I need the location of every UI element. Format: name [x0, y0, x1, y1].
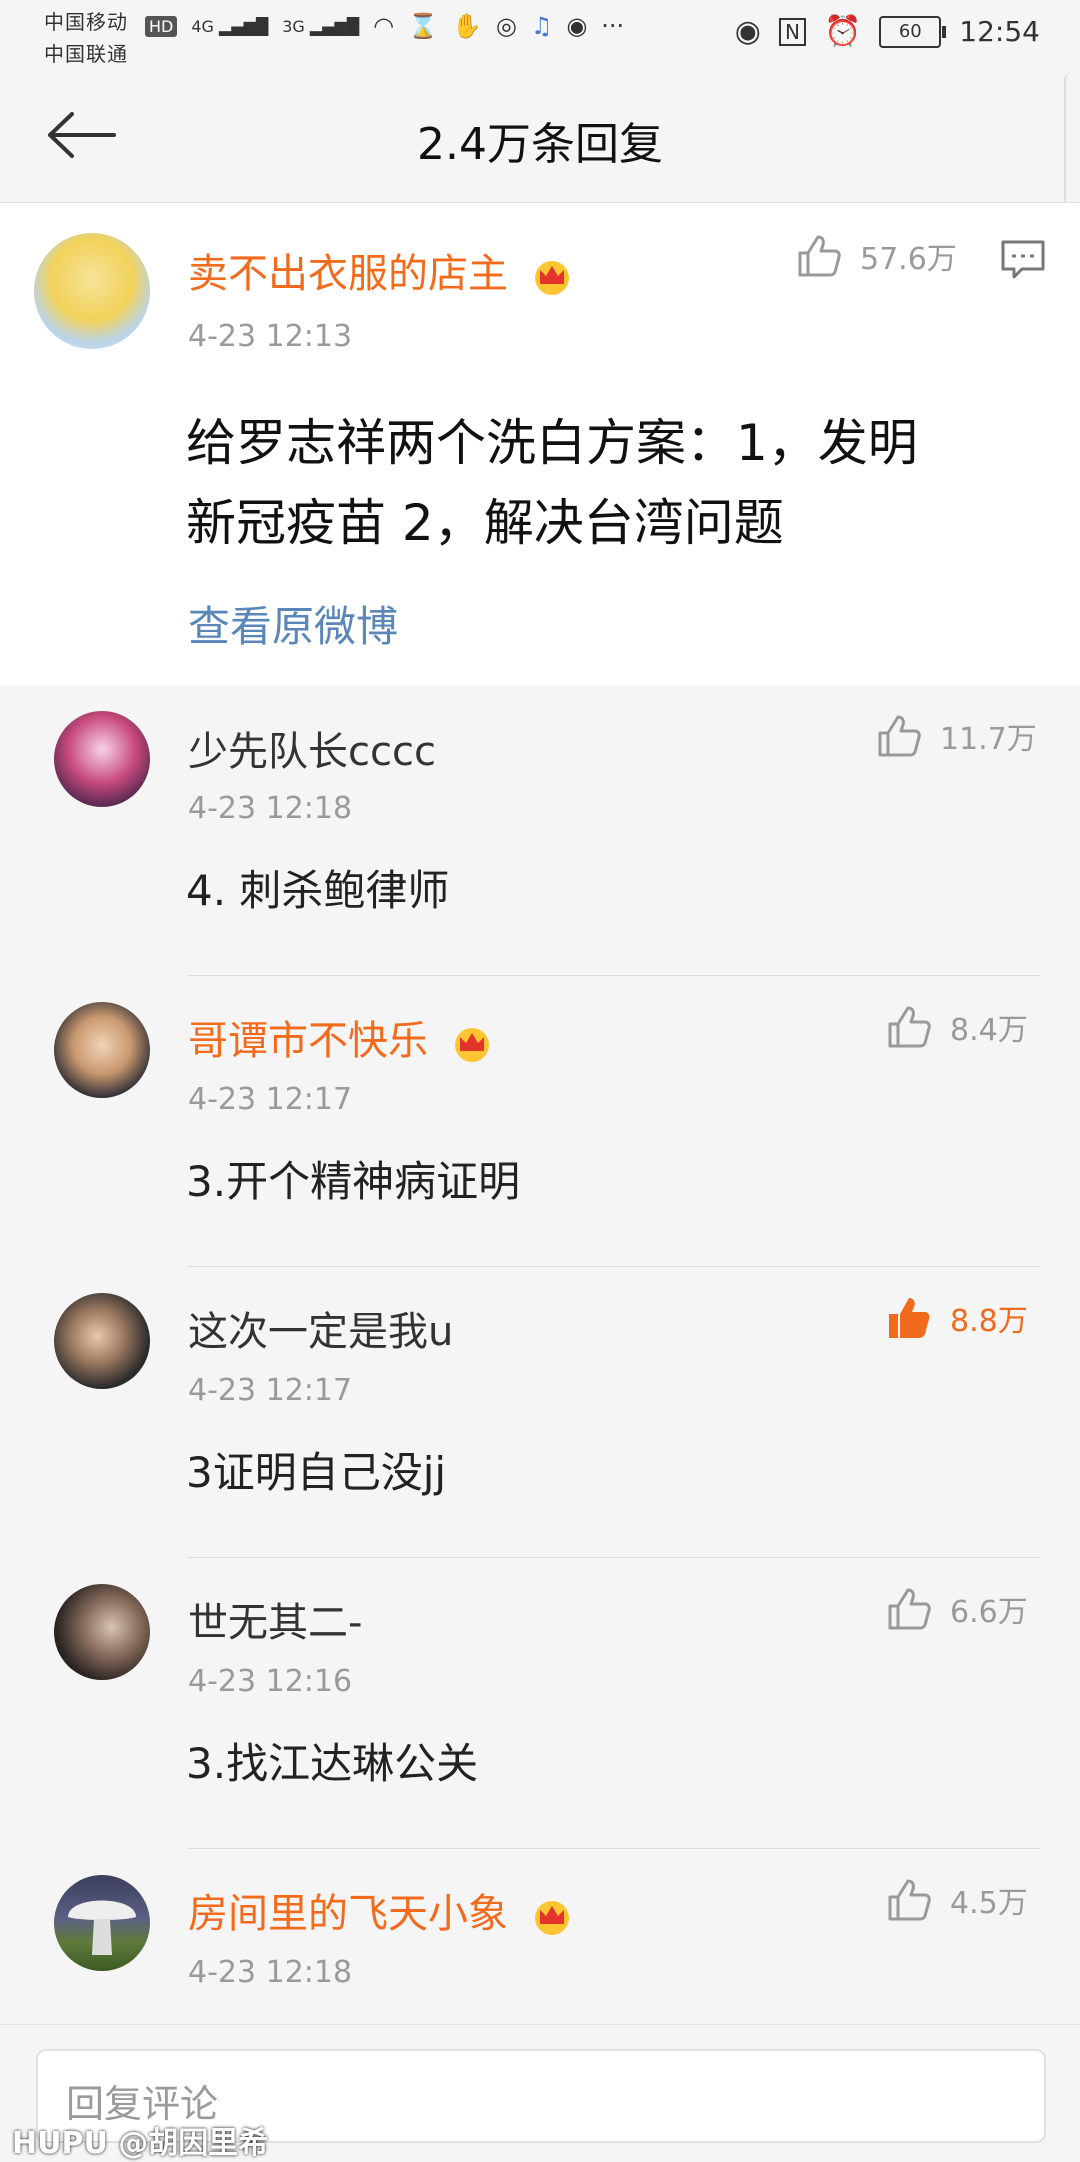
avatar[interactable]	[54, 1002, 150, 1098]
carrier-1: 中国移动	[44, 10, 128, 34]
eye-icon: ◉	[734, 14, 761, 49]
network-3g-icon: 3G ▂▄▆█	[282, 16, 360, 36]
like-count: 8.4万	[950, 1013, 1028, 1048]
network-4g-label: 4G	[191, 16, 214, 36]
like-count: 11.7万	[940, 722, 1037, 757]
status-bar: 中国移动 中国联通 HD 4G ▂▄▆█ 3G ▂▄▆█ ◠ ⌛ ✋ ◎ ♫ ◉…	[0, 0, 1080, 70]
alarm-icon: ⏰	[823, 14, 862, 49]
reply-item: 世无其二- 4-23 12:16 6.6万 3.找江达琳公关	[0, 1558, 1080, 1848]
username-text: 卖不出衣服的店主	[188, 251, 508, 297]
comment-text: 3.找江达琳公关	[186, 1739, 479, 1788]
avatar[interactable]	[34, 233, 150, 349]
comment-time: 4-23 12:18	[188, 791, 353, 826]
comment-text: 3.开个精神病证明	[186, 1157, 521, 1206]
reply-item: 少先队长cccc 4-23 12:18 11.7万 4. 刺杀鲍律师	[0, 685, 1080, 975]
username[interactable]: 卖不出衣服的店主	[188, 241, 573, 299]
like-button[interactable]: 11.7万	[876, 713, 1037, 759]
top-nav: 2.4万条回复	[0, 70, 1080, 203]
thumbs-up-icon	[798, 235, 841, 277]
like-button[interactable]: 8.4万	[886, 1004, 1028, 1050]
nfc-icon: N	[778, 17, 806, 46]
view-original-link[interactable]: 查看原微博	[188, 593, 398, 654]
avatar[interactable]	[54, 1875, 150, 1971]
avatar[interactable]	[54, 1584, 150, 1680]
username[interactable]: 房间里的飞天小象	[188, 1881, 573, 1939]
comment-text: 4. 刺杀鲍律师	[186, 866, 450, 915]
reply-item: 房间里的飞天小象 4-23 12:18 4.5万	[0, 1849, 1080, 2024]
network-3g-label: 3G	[282, 16, 305, 36]
battery-icon: 60	[879, 15, 947, 48]
wifi-icon: ◠	[373, 12, 395, 40]
globe-icon: ◎	[495, 12, 517, 40]
status-right: ◉ N ⏰ 60 12:54	[735, 14, 1040, 49]
thumbs-up-icon	[888, 1588, 931, 1630]
username-text: 哥谭市不快乐	[188, 1018, 428, 1064]
vip-crown-icon	[454, 1028, 489, 1062]
comment-text-line-1: 给罗志祥两个洗白方案：1，发明	[186, 414, 918, 472]
username-text: 房间里的飞天小象	[188, 1891, 508, 1937]
wechat-icon: ◉	[566, 12, 588, 40]
avatar[interactable]	[54, 711, 150, 807]
username[interactable]: 少先队长cccc	[188, 719, 436, 777]
hd-badge: HD	[145, 15, 178, 37]
like-button[interactable]: 6.6万	[886, 1586, 1028, 1632]
comment-time: 4-23 12:16	[188, 1664, 353, 1699]
comment-time: 4-23 12:18	[188, 1955, 353, 1990]
username[interactable]: 世无其二-	[188, 1590, 362, 1648]
mushroom-icon	[68, 1900, 136, 1955]
clock: 12:54	[959, 15, 1040, 48]
comment-text: 给罗志祥两个洗白方案：1，发明 新冠疫苗 2，解决台湾问题	[186, 403, 918, 563]
like-count: 8.8万	[950, 1304, 1028, 1339]
comment-time: 4-23 12:13	[188, 319, 353, 354]
username[interactable]: 这次一定是我u	[188, 1299, 453, 1357]
vip-crown-icon	[534, 261, 569, 295]
hand-icon: ✋	[451, 12, 482, 40]
like-count: 6.6万	[950, 1595, 1028, 1630]
main-comment: 卖不出衣服的店主 4-23 12:13 57.6万 给罗志祥两个洗白方案：1，发…	[0, 203, 1080, 685]
like-button[interactable]: 4.5万	[886, 1877, 1028, 1923]
reply-icon[interactable]	[1000, 239, 1046, 281]
vip-crown-icon	[534, 1901, 569, 1935]
more-icon: ···	[601, 12, 625, 40]
avatar[interactable]	[54, 1293, 150, 1389]
thumbs-up-icon	[888, 1879, 931, 1921]
reply-item: 哥谭市不快乐 4-23 12:17 8.4万 3.开个精神病证明	[0, 976, 1080, 1266]
thumbs-up-icon	[888, 1006, 931, 1048]
hourglass-icon: ⌛	[408, 12, 438, 40]
thumbs-up-filled-icon	[889, 1298, 930, 1338]
status-icons: HD 4G ▂▄▆█ 3G ▂▄▆█ ◠ ⌛ ✋ ◎ ♫ ◉ ···	[145, 12, 624, 40]
like-button[interactable]: 57.6万	[796, 233, 957, 279]
comment-text-line-2: 新冠疫苗 2，解决台湾问题	[186, 494, 784, 552]
comment-time: 4-23 12:17	[188, 1373, 353, 1408]
carrier-2: 中国联通	[44, 42, 128, 66]
comment-text: 3证明自己没jj	[186, 1448, 447, 1497]
page-title: 2.4万条回复	[417, 119, 663, 170]
username[interactable]: 哥谭市不快乐	[188, 1008, 493, 1066]
watermark: HUPU @胡因里希	[12, 2126, 269, 2161]
thumbs-up-icon	[878, 715, 921, 757]
like-count: 57.6万	[860, 242, 957, 277]
like-count: 4.5万	[950, 1886, 1028, 1921]
like-button[interactable]: 8.8万	[886, 1295, 1028, 1341]
network-4g-icon: 4G ▂▄▆█	[191, 16, 269, 36]
comment-time: 4-23 12:17	[188, 1082, 353, 1117]
reply-item: 这次一定是我u 4-23 12:17 8.8万 3证明自己没jj	[0, 1267, 1080, 1557]
music-icon: ♫	[530, 12, 553, 40]
